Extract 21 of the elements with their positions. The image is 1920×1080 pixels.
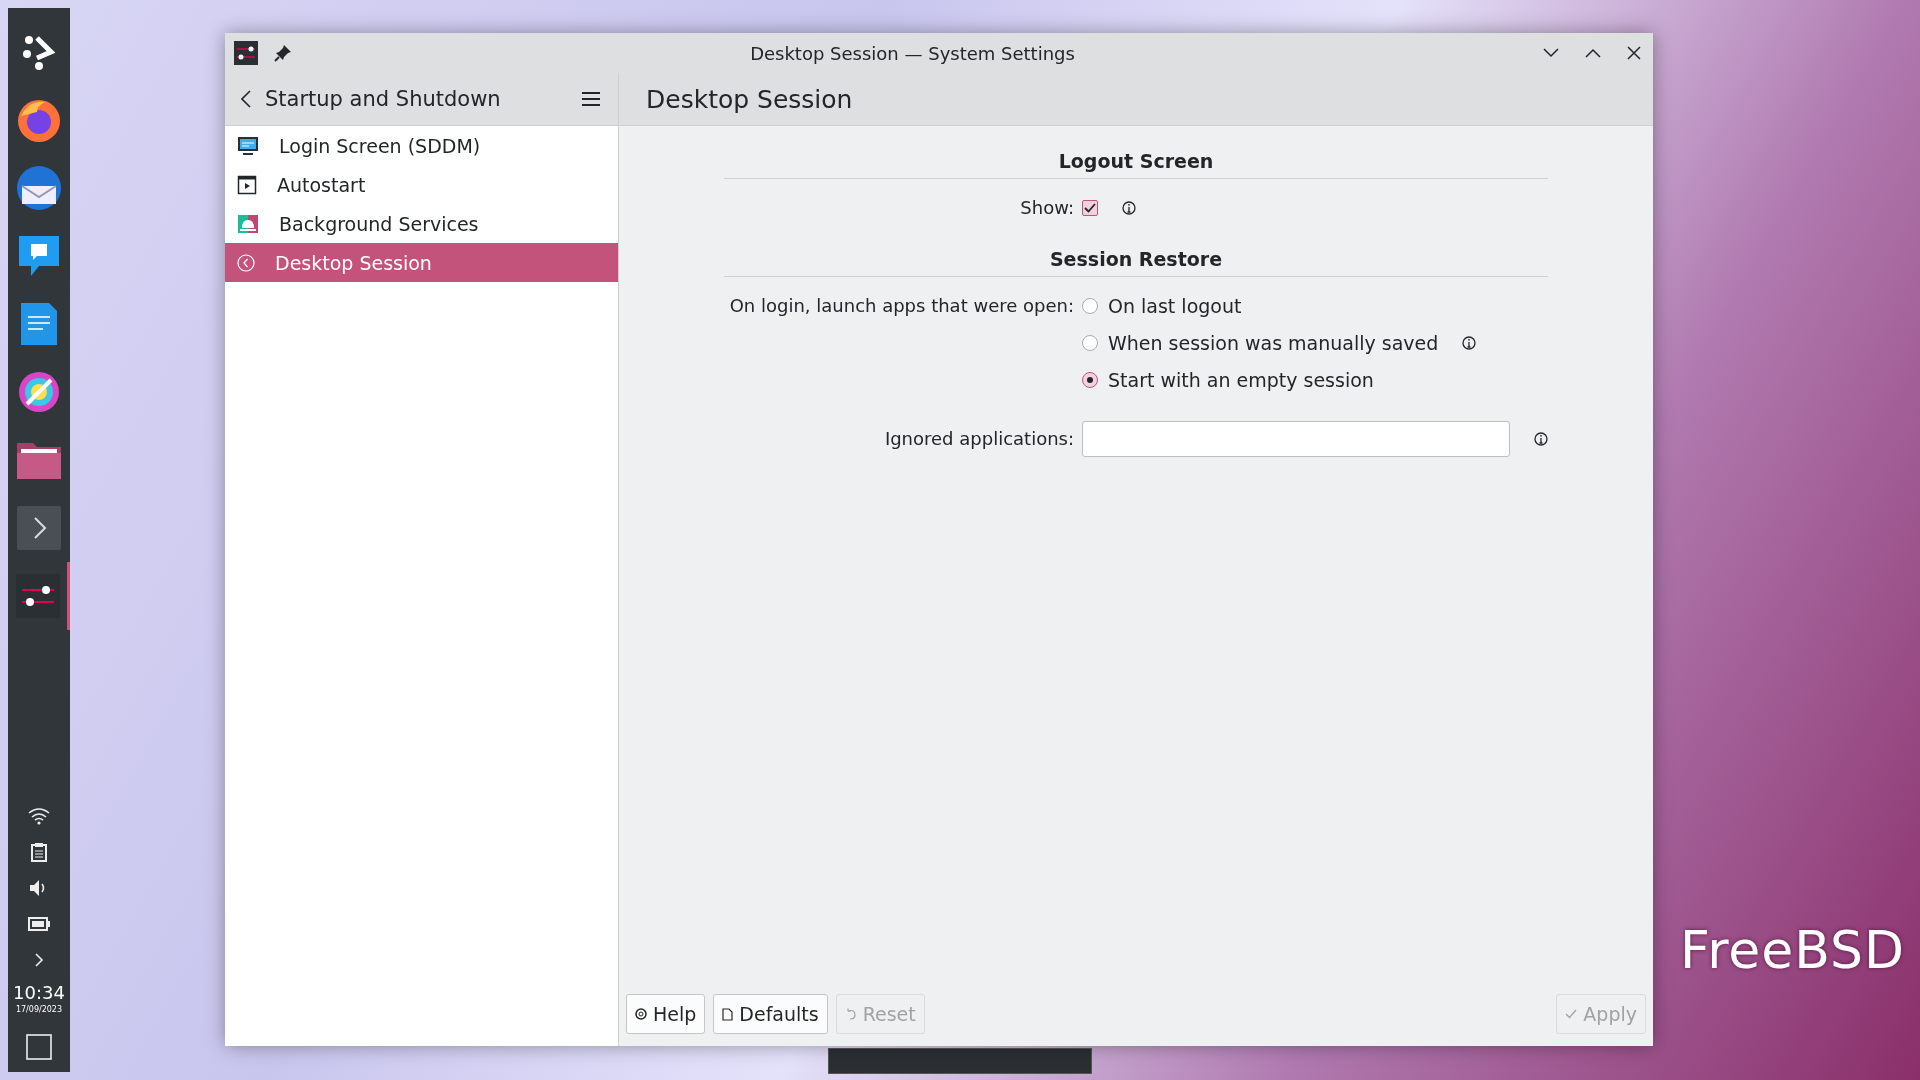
sidebar-item[interactable]: Login Screen (SDDM) [225, 126, 618, 165]
defaults-button[interactable]: Defaults [713, 994, 828, 1034]
radio-option[interactable]: On last logout [1082, 294, 1242, 317]
wallpaper-logo: FreeBSD [1680, 920, 1906, 980]
page-title: Desktop Session [646, 84, 853, 114]
field-label: Ignored applications: [883, 428, 1075, 449]
radio-label[interactable]: When session was manually saved [1108, 331, 1439, 354]
sidebar-item[interactable]: Desktop Session [225, 243, 618, 282]
field-label: Show: [1019, 197, 1075, 218]
section-heading: Logout Screen [1058, 150, 1214, 172]
radio-label[interactable]: On last logout [1108, 294, 1242, 317]
clock-date[interactable]: 17/09/2023 [15, 1005, 63, 1014]
radio-option[interactable]: When session was manually saved [1082, 331, 1477, 354]
section-heading: Session Restore [1049, 248, 1223, 270]
sidebar-item[interactable]: Autostart [225, 165, 618, 204]
field-label: On login, launch apps that were open: [728, 295, 1075, 316]
clock-time[interactable]: 10:34 [13, 982, 65, 1003]
sidebar-item[interactable]: Background Services [225, 204, 618, 243]
category-title: Startup and Shutdown [265, 87, 502, 111]
window-title: Desktop Session — System Settings [749, 42, 1076, 64]
help-button[interactable]: Help [626, 994, 706, 1034]
